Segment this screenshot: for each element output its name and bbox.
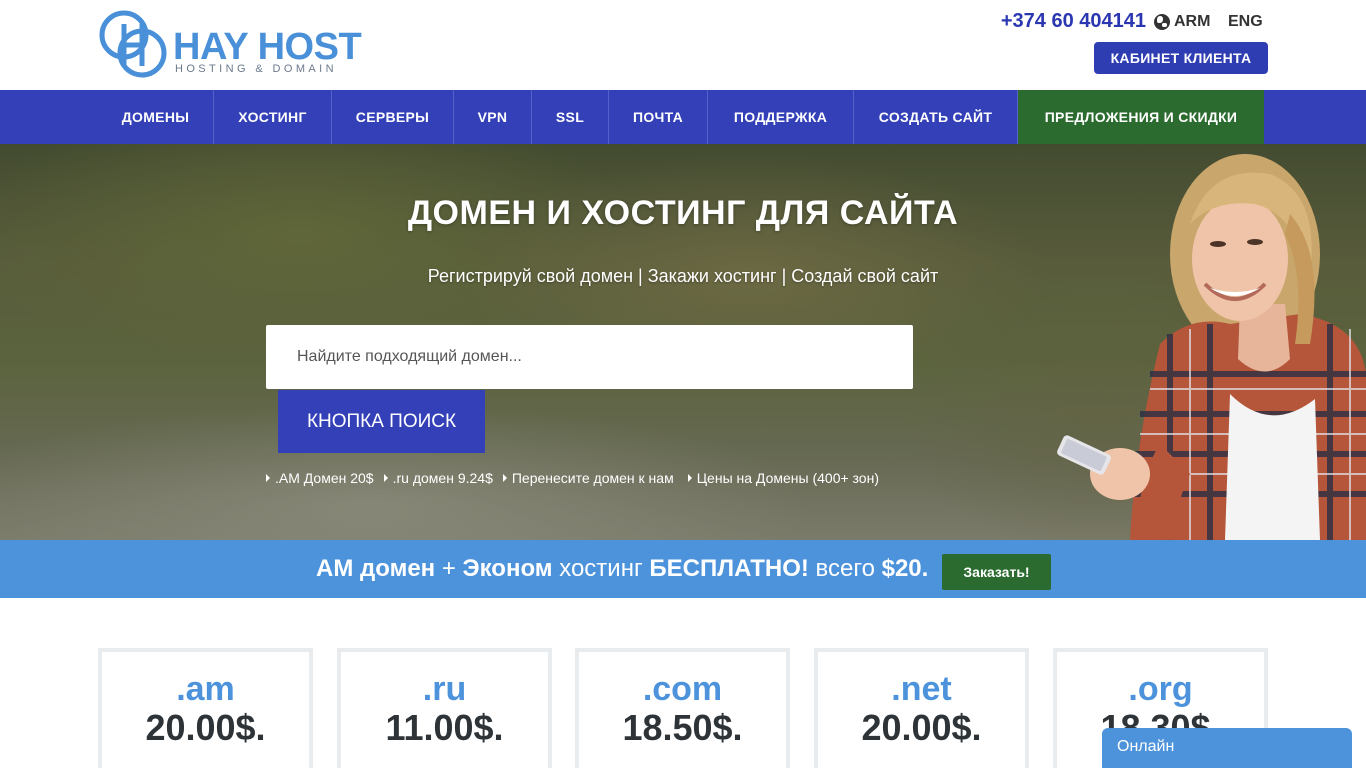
client-cabinet-button[interactable]: КАБИНЕТ КЛИЕНТА <box>1094 42 1268 74</box>
logo-mark-icon <box>99 10 167 78</box>
domain-price: 20.00$. <box>861 707 982 748</box>
promo-part: Эконом <box>462 555 553 582</box>
domain-tld: .am <box>176 670 235 708</box>
quick-link-label: Перенесите домен к нам <box>511 470 674 486</box>
nav-item-support[interactable]: ПОДДЕРЖКА <box>708 90 854 144</box>
logo-tagline: HOSTING & DOMAIN <box>175 63 337 75</box>
quick-link-label: .AM Домен 20$ <box>275 470 374 486</box>
promo-text: AM домен + Эконом хостинг БЕСПЛАТНО! все… <box>316 554 928 584</box>
nav-item-servers[interactable]: СЕРВЕРЫ <box>332 90 454 144</box>
hayhost-logo[interactable]: HAY HOST HOSTING & DOMAIN <box>97 8 367 82</box>
online-chat-widget[interactable]: Онлайн <box>1102 728 1352 768</box>
nav-item-mail[interactable]: ПОЧТА <box>609 90 708 144</box>
promo-part: БЕСПЛАТНО! <box>649 555 809 582</box>
domain-card-net[interactable]: .net 20.00$. <box>814 648 1029 768</box>
domain-card-ru[interactable]: .ru 11.00$. <box>337 648 552 768</box>
nav-list: ДОМЕНЫ ХОСТИНГ СЕРВЕРЫ VPN SSL ПОЧТА ПОД… <box>98 90 1264 144</box>
lang-arm-label: ARM <box>1174 13 1211 30</box>
order-button[interactable]: Заказать! <box>942 554 1051 590</box>
quick-link-label: .ru домен 9.24$ <box>392 470 493 486</box>
domain-tld: .net <box>891 670 952 708</box>
promo-part: $20. <box>881 555 929 582</box>
caret-right-icon <box>266 474 270 482</box>
domain-card-com[interactable]: .com 18.50$. <box>575 648 790 768</box>
domain-card-am[interactable]: .am 20.00$. <box>98 648 313 768</box>
hero-subtitle: Регистрируй свой домен | Закажи хостинг … <box>427 266 939 286</box>
domain-tld: .ru <box>422 670 467 708</box>
nav-item-vpn[interactable]: VPN <box>454 90 532 144</box>
domain-search-input[interactable] <box>266 325 913 389</box>
nav-item-create-site[interactable]: СОЗДАТЬ САЙТ <box>854 90 1018 144</box>
main-nav: ДОМЕНЫ ХОСТИНГ СЕРВЕРЫ VPN SSL ПОЧТА ПОД… <box>0 90 1366 144</box>
quick-link-am-domain[interactable]: .AM Домен 20$ <box>266 470 374 486</box>
domain-price: 18.50$. <box>622 707 743 748</box>
promo-part: + <box>435 555 463 582</box>
nav-item-hosting[interactable]: ХОСТИНГ <box>214 90 332 144</box>
search-button[interactable]: КНОПКА ПОИСК <box>278 390 485 453</box>
promo-part: AM домен <box>316 555 436 582</box>
phone-number[interactable]: +374 60 404141 <box>1001 10 1146 32</box>
logo-name: HAY HOST <box>173 26 362 68</box>
lang-arm-link[interactable]: ARM <box>1154 12 1210 32</box>
quick-link-ru-domain[interactable]: .ru домен 9.24$ <box>383 470 493 486</box>
domain-price-cards: .am 20.00$. .ru 11.00$. .com 18.50$. .ne… <box>98 648 1268 768</box>
quick-link-prices[interactable]: Цены на Домены (400+ зон) <box>687 470 879 486</box>
hero-title: ДОМЕН И ХОСТИНГ ДЛЯ САЙТА <box>407 194 959 232</box>
domain-price: 11.00$. <box>385 707 504 748</box>
site-header: HAY HOST HOSTING & DOMAIN +374 60 404141… <box>0 0 1366 90</box>
nav-item-ssl[interactable]: SSL <box>532 90 609 144</box>
quick-link-label: Цены на Домены (400+ зон) <box>696 470 879 486</box>
caret-right-icon <box>687 474 692 482</box>
quick-links: .AM Домен 20$ .ru домен 9.24$ Перенесите… <box>266 470 889 486</box>
domain-tld: .com <box>642 670 723 708</box>
promo-part: всего <box>808 555 882 582</box>
nav-item-domains[interactable]: ДОМЕНЫ <box>98 90 214 144</box>
nav-item-offers[interactable]: ПРЕДЛОЖЕНИЯ И СКИДКИ <box>1018 90 1264 144</box>
quick-link-transfer[interactable]: Перенесите домен к нам <box>502 470 674 486</box>
hero-section: ДОМЕН И ХОСТИНГ ДЛЯ САЙТА Регистрируй св… <box>0 144 1366 540</box>
domain-price: 20.00$. <box>145 707 266 748</box>
domain-tld: .org <box>1128 670 1193 708</box>
promo-part: хостинг <box>552 555 650 582</box>
globe-icon <box>1154 14 1170 30</box>
promo-banner: AM домен + Эконом хостинг БЕСПЛАТНО! все… <box>0 540 1366 598</box>
lang-eng-link[interactable]: ENG <box>1228 12 1263 32</box>
caret-right-icon <box>502 474 507 482</box>
caret-right-icon <box>383 474 388 482</box>
